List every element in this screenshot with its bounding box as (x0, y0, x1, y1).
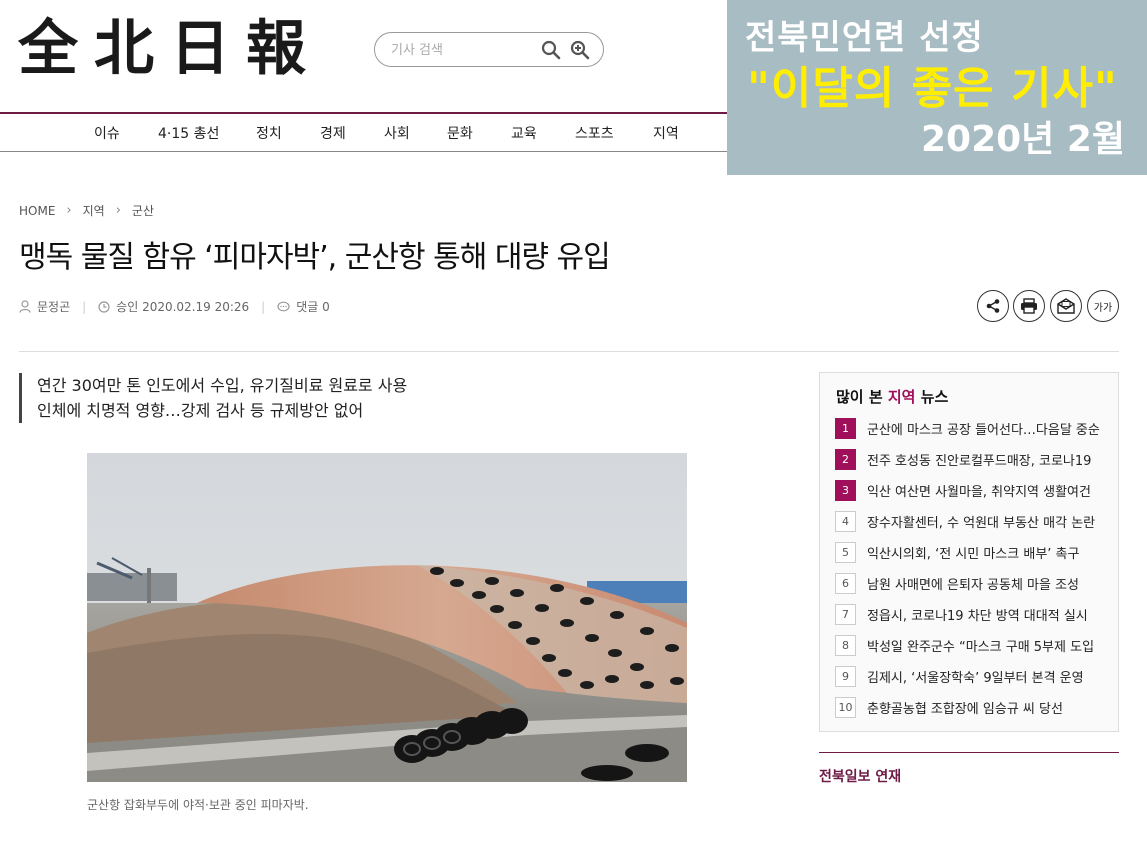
print-icon (1021, 298, 1037, 314)
title-highlight: 지역 (887, 388, 916, 406)
ranked-news-title[interactable]: 김제시, ‘서울장학숙’ 9일부터 본격 운영 (867, 667, 1103, 686)
breadcrumb-region[interactable]: 지역 (83, 202, 105, 219)
comment-count[interactable]: 댓글 0 (277, 298, 330, 315)
article-subheading: 연간 30여만 톤 인도에서 수입, 유기질비료 원료로 사용 인체에 치명적 … (19, 373, 479, 423)
title-part: 뉴스 (915, 388, 949, 406)
article-photo[interactable] (87, 453, 687, 782)
rank-number: 3 (835, 479, 856, 501)
breadcrumb-gunsan[interactable]: 군산 (132, 202, 154, 219)
print-button[interactable] (1013, 290, 1045, 322)
series-section-title[interactable]: 전북일보 연재 (819, 766, 901, 786)
subheading-line: 인체에 치명적 영향…강제 검사 등 규제방안 없어 (37, 401, 364, 420)
ranked-news-title[interactable]: 박성일 완주군수 “마스크 구매 5부제 도입 (867, 636, 1103, 655)
author-name: 문정곤 (37, 300, 71, 314)
ranked-news-item[interactable]: 8 박성일 완주군수 “마스크 구매 5부제 도입 (835, 634, 1115, 656)
site-logo[interactable]: 全 北 日 報 (18, 14, 324, 84)
detail-search-icon[interactable] (570, 40, 590, 60)
ranked-news-title[interactable]: 남원 사매면에 은퇴자 공동체 마을 조성 (867, 574, 1103, 593)
author: 문정곤 (19, 298, 70, 315)
banner-line-3: 2020년 2월 (920, 119, 1125, 160)
logo-char: 北 (94, 14, 156, 84)
logo-char: 報 (246, 14, 308, 84)
series-divider (819, 752, 1119, 753)
nav-item-economy[interactable]: 경제 (320, 123, 346, 143)
nav-item-region[interactable]: 지역 (653, 123, 679, 143)
promo-banner[interactable]: 전북민언련 선정 "이달의 좋은 기사" 2020년 2월 (727, 0, 1147, 175)
nav-item-politics[interactable]: 정치 (256, 123, 282, 143)
comment-text: 댓글 0 (296, 300, 330, 314)
nav-item-issue[interactable]: 이슈 (94, 123, 120, 143)
meta-divider (19, 351, 1119, 352)
clock-icon (98, 300, 110, 313)
most-viewed-title: 많이 본 지역 뉴스 (836, 386, 948, 407)
ranked-news-item[interactable]: 2 전주 호성동 진안로컬푸드매장, 코로나19 (835, 448, 1115, 470)
ranked-news-title[interactable]: 장수자활센터, 수 억원대 부동산 매각 논란 (867, 512, 1103, 531)
main-nav: 이슈 4·15 총선 정치 경제 사회 문화 교육 스포츠 지역 (0, 114, 727, 151)
rank-number: 4 (835, 510, 856, 532)
rank-number: 1 (835, 417, 856, 439)
comment-icon (277, 301, 290, 311)
rank-number: 8 (835, 634, 856, 656)
ranked-news-item[interactable]: 5 익산시의회, ‘전 시민 마스크 배부’ 촉구 (835, 541, 1115, 563)
ranked-news-item[interactable]: 4 장수자활센터, 수 억원대 부동산 매각 논란 (835, 510, 1115, 532)
ranked-news-title[interactable]: 정읍시, 코로나19 차단 방역 대대적 실시 (867, 605, 1103, 624)
nav-item-sports[interactable]: 스포츠 (575, 123, 614, 143)
separator: | (82, 299, 87, 314)
most-viewed-region-news: 많이 본 지역 뉴스 1 군산에 마스크 공장 들어선다…다음달 중순 2 전주… (819, 372, 1119, 732)
ranked-news-title[interactable]: 춘향골농협 조합장에 임승규 씨 당선 (867, 698, 1103, 717)
rank-number: 6 (835, 572, 856, 594)
mail-icon (1057, 298, 1075, 314)
title-part: 많이 본 (836, 388, 888, 406)
approved-time: 승인 2020.02.19 20:26 (98, 298, 249, 315)
breadcrumb: HOME › 지역 › 군산 (19, 202, 154, 219)
article-title: 맹독 물질 함유 ‘피마자박’, 군산항 통해 대량 유입 (19, 240, 611, 275)
nav-bottom-line (0, 151, 727, 152)
rank-number: 5 (835, 541, 856, 563)
castor-meal-pile-image (87, 453, 687, 782)
ranked-news-item[interactable]: 9 김제시, ‘서울장학숙’ 9일부터 본격 운영 (835, 665, 1115, 687)
search-box (374, 32, 604, 67)
share-icon (986, 299, 1000, 313)
nav-item-election[interactable]: 4·15 총선 (158, 123, 219, 143)
font-size-icon: 가가 (1093, 302, 1113, 314)
subheading-line: 연간 30여만 톤 인도에서 수입, 유기질비료 원료로 사용 (37, 376, 408, 395)
photo-caption: 군산항 잡화부두에 야적·보관 중인 피마자박. (87, 798, 309, 812)
rank-number: 10 (835, 696, 856, 718)
ranked-news-title[interactable]: 익산시의회, ‘전 시민 마스크 배부’ 촉구 (867, 543, 1103, 562)
font-size-button[interactable]: 가가 (1087, 290, 1119, 322)
rank-number: 2 (835, 448, 856, 470)
search-input[interactable] (391, 39, 541, 61)
search-icon[interactable] (541, 40, 561, 60)
share-button[interactable] (977, 290, 1009, 322)
nav-item-education[interactable]: 교육 (511, 123, 537, 143)
approved-text: 승인 2020.02.19 20:26 (116, 300, 250, 314)
nav-item-society[interactable]: 사회 (384, 123, 410, 143)
article-meta: 문정곤 | 승인 2020.02.19 20:26 | 댓글 0 (19, 298, 330, 315)
ranked-news-title[interactable]: 전주 호성동 진안로컬푸드매장, 코로나19 (867, 450, 1103, 469)
user-icon (19, 300, 31, 313)
logo-char: 全 (18, 14, 80, 84)
separator: | (261, 299, 266, 314)
rank-number: 7 (835, 603, 856, 625)
ranked-news-item[interactable]: 1 군산에 마스크 공장 들어선다…다음달 중순 (835, 417, 1115, 439)
article-tools: 가가 (977, 290, 1119, 323)
nav-item-culture[interactable]: 문화 (447, 123, 473, 143)
banner-line-2: "이달의 좋은 기사" (747, 63, 1118, 114)
logo-char: 日 (170, 14, 232, 84)
ranked-news-item[interactable]: 7 정읍시, 코로나19 차단 방역 대대적 실시 (835, 603, 1115, 625)
ranked-news-item[interactable]: 6 남원 사매면에 은퇴자 공동체 마을 조성 (835, 572, 1115, 594)
ranked-news-title[interactable]: 군산에 마스크 공장 들어선다…다음달 중순 (867, 419, 1103, 438)
chevron-right-icon: › (66, 203, 72, 218)
breadcrumb-home[interactable]: HOME (19, 204, 55, 218)
ranked-news-item[interactable]: 3 익산 여산면 사월마을, 취약지역 생활여건 (835, 479, 1115, 501)
ranked-news-item[interactable]: 10 춘향골농협 조합장에 임승규 씨 당선 (835, 696, 1115, 718)
ranked-news-title[interactable]: 익산 여산면 사월마을, 취약지역 생활여건 (867, 481, 1103, 500)
chevron-right-icon: › (115, 203, 121, 218)
rank-number: 9 (835, 665, 856, 687)
email-button[interactable] (1050, 290, 1082, 322)
